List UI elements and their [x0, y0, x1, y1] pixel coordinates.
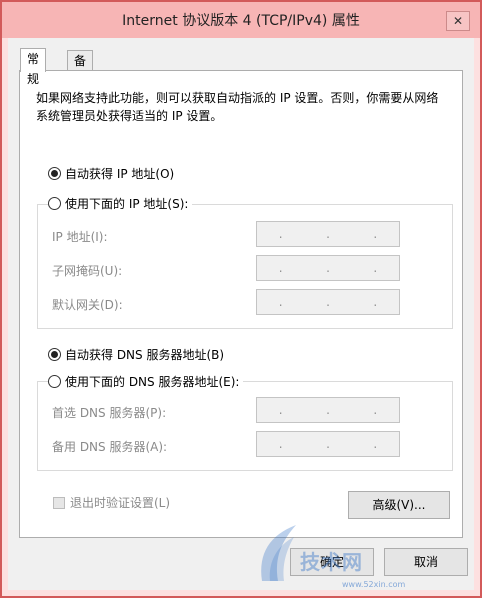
tcpip-properties-dialog: Internet 协议版本 4 (TCP/IPv4) 属性 ✕ 常规 备用配置 …: [0, 0, 482, 598]
dialog-body: 常规 备用配置 如果网络支持此功能，则可以获取自动指派的 IP 设置。否则，你需…: [8, 38, 474, 590]
dns-manual-radio[interactable]: [48, 375, 61, 388]
alternate-dns-label: 备用 DNS 服务器(A):: [52, 440, 168, 454]
ip-manual-radio-row[interactable]: 使用下面的 IP 地址(S):: [48, 195, 193, 212]
ip-address-input[interactable]: ...: [256, 221, 400, 247]
dns-auto-radio-row[interactable]: 自动获得 DNS 服务器地址(B): [48, 346, 224, 363]
dns-manual-group: [37, 381, 453, 471]
advanced-button[interactable]: 高级(V)...: [348, 491, 450, 519]
preferred-dns-label: 首选 DNS 服务器(P):: [52, 406, 167, 420]
description-text: 如果网络支持此功能，则可以获取自动指派的 IP 设置。否则，你需要从网络系统管理…: [36, 91, 439, 123]
tab-alternate-config[interactable]: 备用配置: [67, 50, 94, 128]
title-bar[interactable]: Internet 协议版本 4 (TCP/IPv4) 属性 ✕: [2, 2, 480, 38]
tab-general[interactable]: 常规: [20, 48, 47, 86]
ip-auto-radio[interactable]: [48, 167, 61, 180]
preferred-dns-input[interactable]: ...: [256, 397, 400, 423]
cancel-button[interactable]: 取消: [384, 548, 468, 576]
dns-auto-label: 自动获得 DNS 服务器地址(B): [65, 348, 225, 362]
dns-manual-label: 使用下面的 DNS 服务器地址(E):: [65, 375, 240, 389]
subnet-mask-label: 子网掩码(U):: [52, 264, 123, 278]
ip-auto-radio-row[interactable]: 自动获得 IP 地址(O): [48, 165, 174, 182]
dns-auto-radio[interactable]: [48, 348, 61, 361]
general-tab-panel: 如果网络支持此功能，则可以获取自动指派的 IP 设置。否则，你需要从网络系统管理…: [19, 70, 463, 538]
watermark-subtext: www.52xin.com: [342, 580, 406, 589]
ip-manual-radio[interactable]: [48, 197, 61, 210]
validate-on-exit-row[interactable]: 退出时验证设置(L): [53, 494, 170, 511]
watermark-text: 技术网: [300, 550, 363, 574]
close-button[interactable]: ✕: [446, 11, 470, 31]
watermark-logo-icon: [261, 525, 296, 581]
validate-on-exit-checkbox[interactable]: [53, 496, 65, 509]
default-gateway-label: 默认网关(D):: [52, 298, 123, 312]
ip-address-label: IP 地址(I):: [52, 230, 108, 244]
subnet-mask-input[interactable]: ...: [256, 255, 400, 281]
default-gateway-input[interactable]: ...: [256, 289, 400, 315]
ip-auto-label: 自动获得 IP 地址(O): [65, 167, 175, 181]
validate-on-exit-label: 退出时验证设置(L): [70, 496, 171, 510]
window-title: Internet 协议版本 4 (TCP/IPv4) 属性: [122, 13, 360, 29]
alternate-dns-input[interactable]: ...: [256, 431, 400, 457]
dns-manual-radio-row[interactable]: 使用下面的 DNS 服务器地址(E):: [48, 373, 244, 390]
ip-manual-label: 使用下面的 IP 地址(S):: [65, 197, 189, 211]
